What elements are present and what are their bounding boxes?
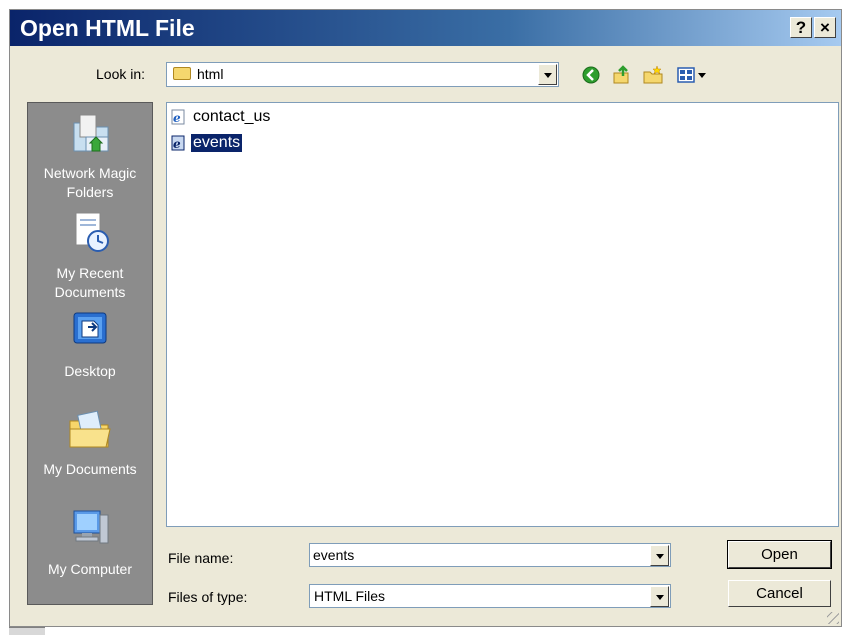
back-icon[interactable]	[580, 64, 602, 86]
file-item-events[interactable]: e events	[171, 133, 244, 153]
html-file-icon: e	[171, 135, 187, 151]
file-type-select[interactable]: HTML Files	[309, 584, 671, 608]
folder-icon	[173, 67, 191, 80]
place-network-magic-folders[interactable]: Network Magic Folders	[28, 111, 152, 202]
file-type-dropdown-arrow[interactable]	[650, 586, 669, 607]
view-menu-icon[interactable]	[676, 64, 710, 86]
title-bar[interactable]: Open HTML File ? ×	[10, 10, 841, 46]
places-bar: Network Magic Folders My Recent Document…	[27, 102, 153, 605]
place-my-documents[interactable]: My Documents	[28, 407, 152, 479]
file-type-value: HTML Files	[314, 588, 386, 604]
file-name-dropdown-arrow[interactable]	[650, 545, 669, 566]
lookin-dropdown-arrow[interactable]	[538, 64, 557, 85]
lookin-label: Look in:	[96, 66, 146, 82]
place-label: My Computer	[47, 561, 133, 577]
network-folder-icon	[28, 111, 152, 160]
place-my-computer[interactable]: My Computer	[28, 507, 152, 579]
file-name-input[interactable]	[313, 546, 633, 564]
help-button[interactable]: ?	[790, 17, 812, 38]
close-button[interactable]: ×	[814, 17, 836, 38]
recent-documents-icon	[28, 211, 152, 260]
new-folder-icon[interactable]	[642, 64, 664, 86]
place-label: My Documents	[43, 461, 137, 477]
my-computer-icon	[28, 507, 152, 556]
svg-text:e: e	[173, 111, 181, 125]
file-name: contact_us	[193, 108, 271, 125]
svg-text:e: e	[173, 137, 181, 151]
desktop-icon	[28, 309, 152, 358]
file-name-field[interactable]	[309, 543, 671, 567]
place-label: Network Magic Folders	[43, 165, 137, 200]
lookin-value: html	[197, 66, 224, 82]
file-type-label: Files of type:	[168, 589, 248, 605]
my-documents-icon	[28, 407, 152, 456]
file-name-label: File name:	[168, 550, 234, 566]
place-label: Desktop	[64, 363, 116, 379]
place-my-recent-documents[interactable]: My Recent Documents	[28, 211, 152, 302]
file-name: events	[189, 133, 244, 153]
dialog-title: Open HTML File	[20, 15, 195, 41]
cancel-button[interactable]: Cancel	[728, 580, 831, 607]
open-file-dialog: Open HTML File ? × Look in: html Network…	[9, 9, 842, 627]
html-file-icon: e	[171, 109, 187, 125]
file-item-contact-us[interactable]: e contact_us	[171, 107, 272, 127]
file-list[interactable]: e contact_us e events	[166, 102, 839, 527]
up-folder-icon[interactable]	[611, 64, 633, 86]
place-desktop[interactable]: Desktop	[28, 309, 152, 381]
place-label: My Recent Documents	[54, 265, 126, 300]
lookin-dropdown[interactable]: html	[166, 62, 559, 87]
open-button[interactable]: Open	[728, 541, 831, 568]
resize-grip[interactable]	[827, 612, 839, 624]
